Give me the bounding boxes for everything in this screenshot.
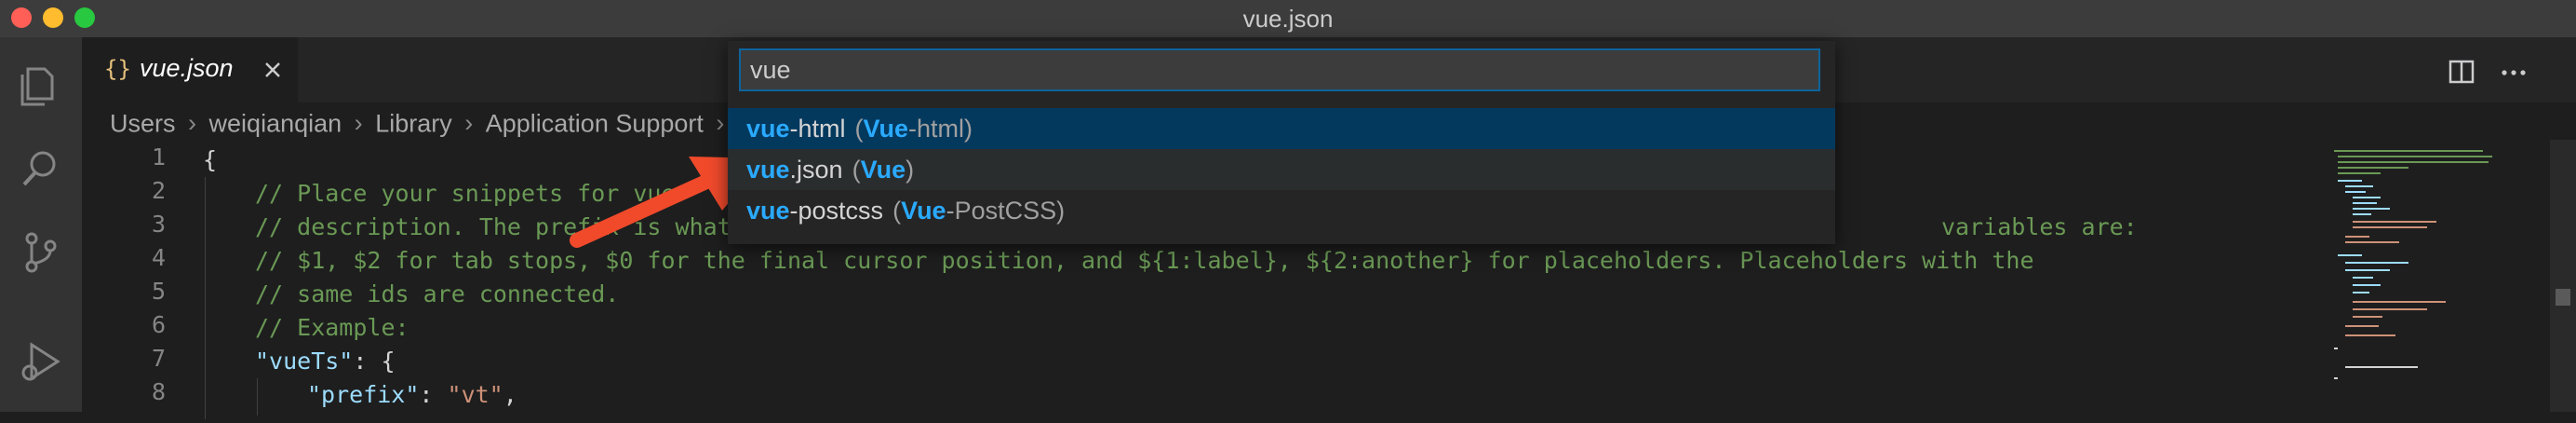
code-line-tail: variables are:	[1941, 213, 2138, 240]
quick-pick-item[interactable]: vue.json (Vue)	[728, 149, 1835, 190]
window-title: vue.json	[1242, 5, 1334, 33]
code-line: // $1, $2 for tab stops, $0 for the fina…	[255, 247, 2034, 274]
tab-vue-json[interactable]: {} vue.json	[82, 37, 298, 102]
quick-pick-item[interactable]: vue-postcss (Vue-PostCSS)	[728, 190, 1835, 231]
breadcrumb-application-support[interactable]: Application Support	[486, 109, 704, 137]
code-line: {	[203, 146, 218, 173]
breadcrumb-library[interactable]: Library	[375, 109, 452, 137]
quick-pick-input[interactable]	[739, 48, 1820, 91]
breadcrumb-users[interactable]: Users	[110, 109, 176, 137]
line-number: 1	[151, 143, 166, 171]
tab-label: vue.json	[140, 54, 234, 82]
more-actions-icon[interactable]	[2498, 56, 2529, 88]
title-bar: vue.json	[0, 0, 2576, 37]
breadcrumb-weiqianqian[interactable]: weiqianqian	[209, 109, 342, 137]
code-line: "vueTs": {	[255, 348, 396, 375]
chevron-right-icon: ›	[716, 109, 725, 138]
search-icon[interactable]	[13, 140, 69, 196]
source-control-icon[interactable]	[13, 224, 69, 280]
chevron-right-icon: ›	[188, 109, 197, 138]
line-number: 8	[151, 378, 166, 405]
chevron-right-icon: ›	[354, 109, 363, 138]
scrollbar-thumb[interactable]	[2556, 289, 2570, 306]
code-line: // Example:	[255, 314, 409, 341]
line-number: 4	[151, 244, 166, 271]
quick-pick-item[interactable]: vue-html (Vue-html)	[728, 108, 1835, 149]
chevron-right-icon: ›	[464, 109, 474, 138]
indent-guide	[205, 177, 206, 419]
split-editor-icon[interactable]	[2446, 56, 2477, 88]
line-number: 2	[151, 177, 166, 204]
vertical-scrollbar[interactable]	[2550, 140, 2576, 412]
json-file-icon: {}	[104, 56, 131, 82]
activity-bar	[0, 37, 82, 412]
code-line: "prefix": "vt",	[307, 381, 517, 408]
line-number: 5	[151, 278, 166, 305]
line-number: 6	[151, 311, 166, 338]
files-icon[interactable]	[13, 56, 69, 112]
close-icon[interactable]	[259, 56, 287, 84]
code-line: // same ids are connected.	[255, 280, 620, 307]
run-debug-icon[interactable]	[13, 335, 69, 391]
indent-guide	[257, 378, 258, 416]
line-number: 7	[151, 345, 166, 372]
line-number: 3	[151, 211, 166, 238]
breadcrumb: Users › weiqianqian › Library › Applicat…	[110, 108, 730, 143]
minimap[interactable]	[2325, 143, 2502, 414]
quick-pick: vue-html(Vue-html) vue.json(Vue) vue-pos…	[728, 41, 1835, 244]
